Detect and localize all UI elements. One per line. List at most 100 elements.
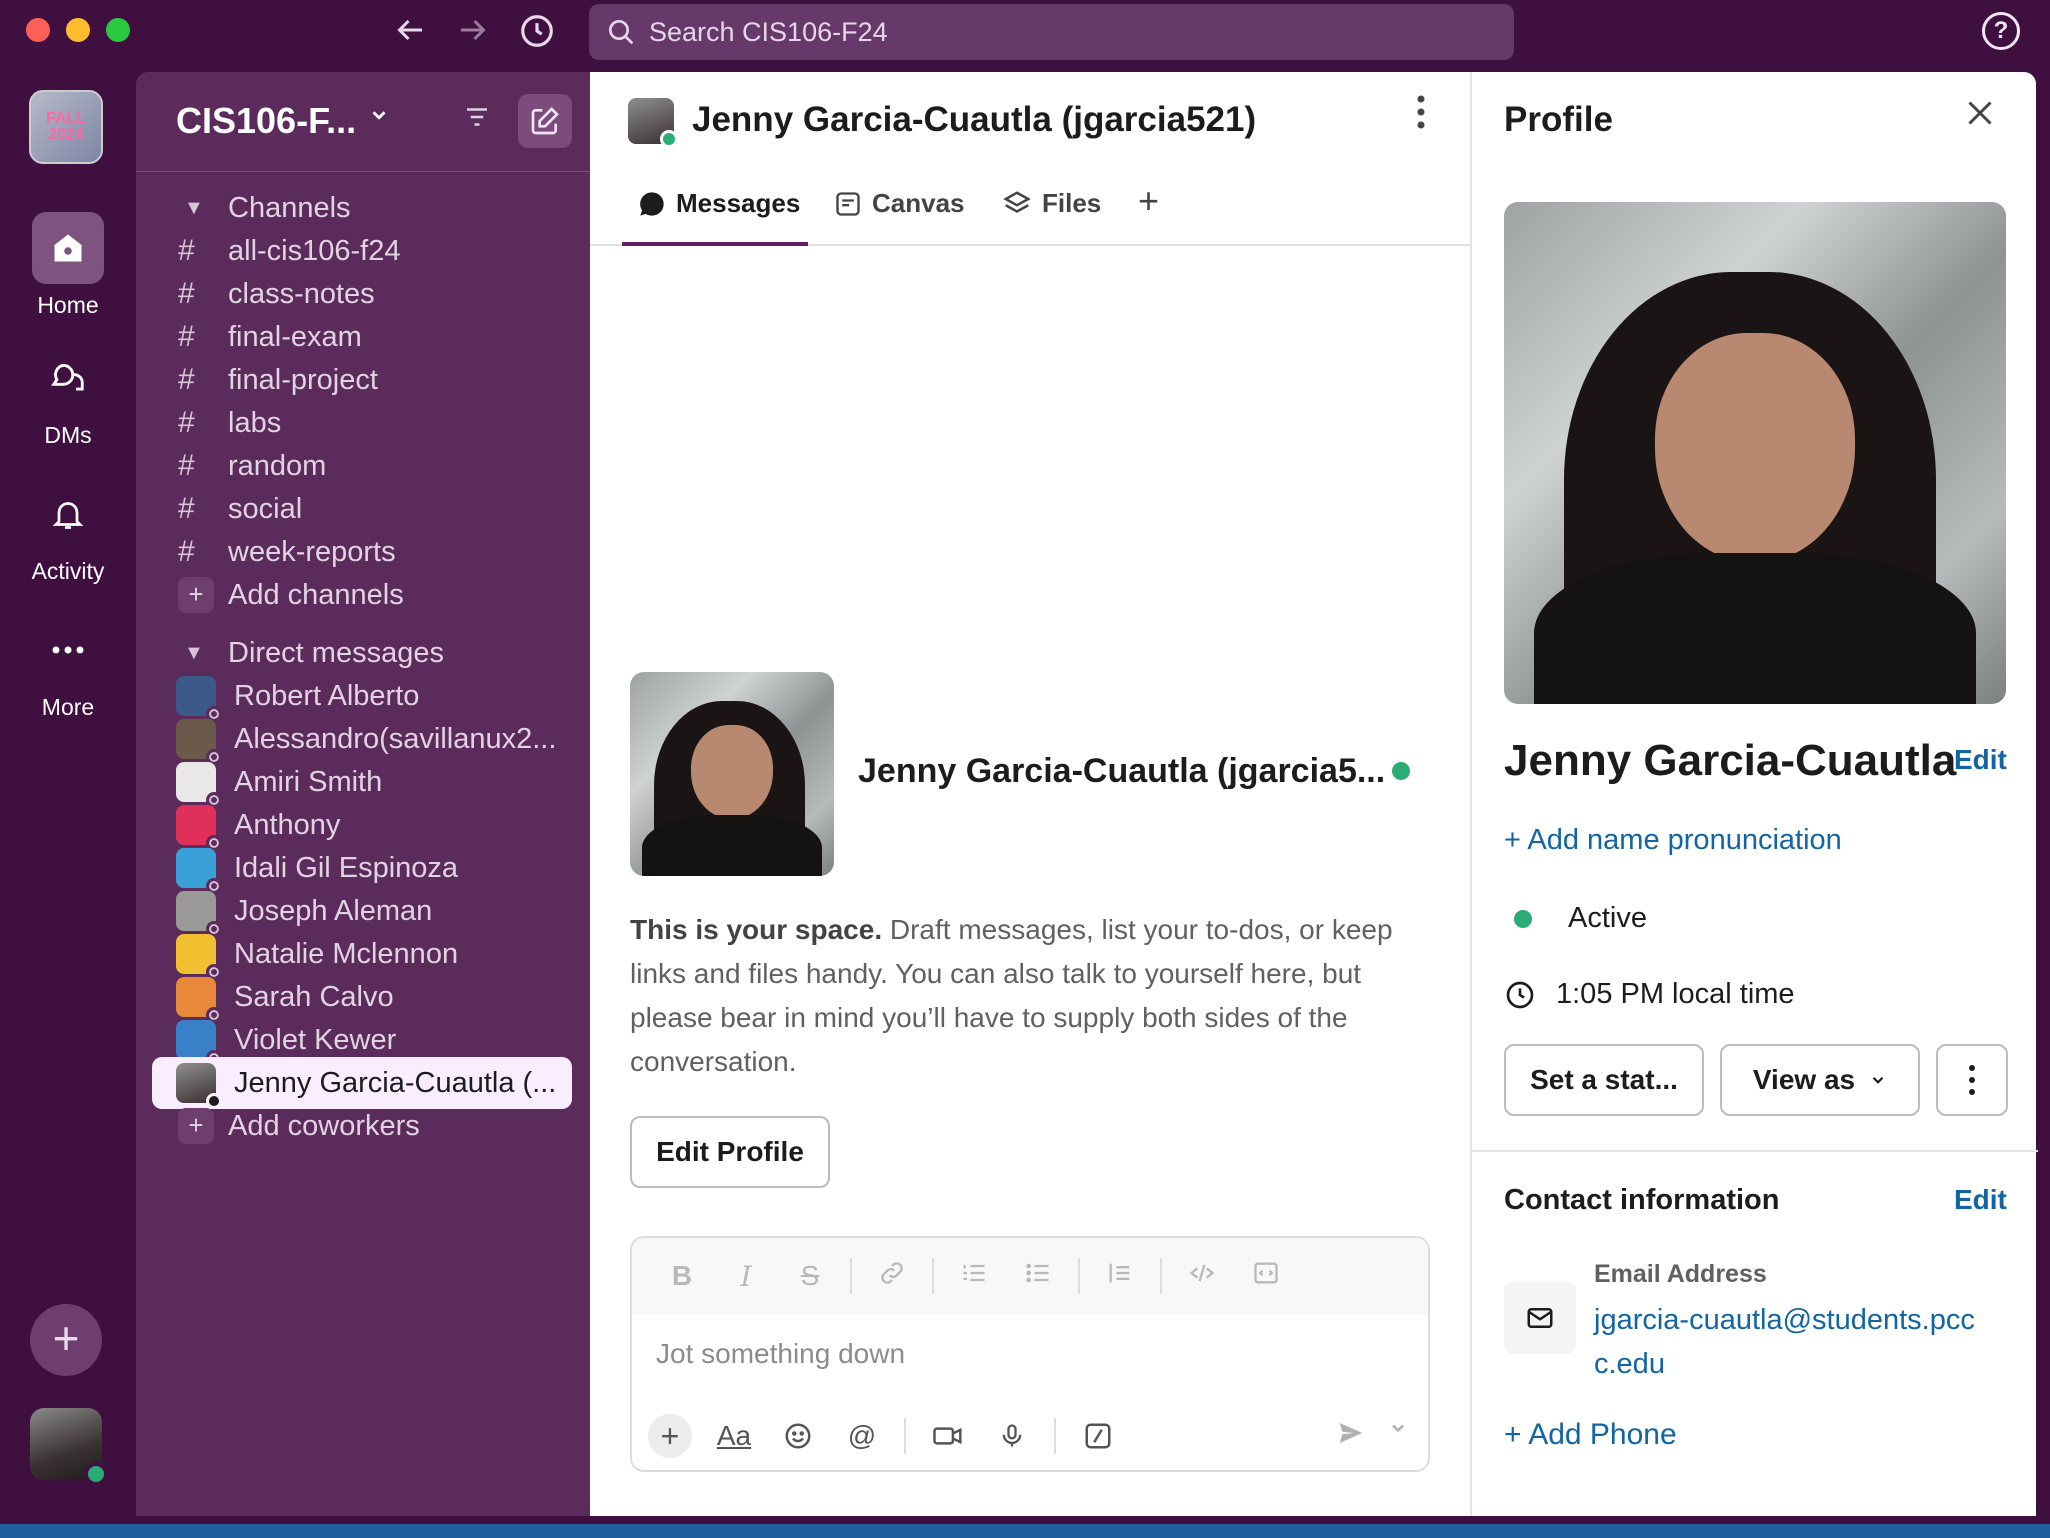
set-status-button[interactable]: Set a stat...	[1504, 1044, 1704, 1116]
microphone-icon[interactable]	[980, 1421, 1044, 1451]
dm-name: Alessandro(savillanux2...	[234, 722, 557, 755]
tab-bar: Messages Canvas Files +	[590, 172, 1470, 246]
intro-profile-photo[interactable]	[630, 672, 834, 876]
channels-header-label: Channels	[228, 191, 351, 224]
ordered-list-icon[interactable]	[942, 1259, 1006, 1294]
profile-photo[interactable]	[1504, 202, 2006, 704]
status-dot	[660, 130, 678, 148]
italic-icon[interactable]: I	[714, 1260, 778, 1293]
dm-name: Robert Alberto	[234, 679, 420, 712]
hash-icon: #	[178, 234, 195, 267]
compose-icon[interactable]	[518, 94, 572, 148]
code-icon[interactable]	[1170, 1259, 1234, 1294]
kebab-menu-icon[interactable]	[1414, 94, 1428, 130]
chevron-down-icon	[1869, 1071, 1887, 1089]
close-icon[interactable]	[1962, 92, 1998, 142]
chevron-down-icon[interactable]	[368, 102, 390, 133]
workspace-logo[interactable]: FALL 2024	[29, 90, 103, 164]
email-link[interactable]: jgarcia-cuautla@students.pccc.edu	[1594, 1298, 1994, 1386]
conversation-title[interactable]: Jenny Garcia-Cuautla (jgarcia521)	[692, 100, 1256, 140]
home-icon	[32, 212, 104, 284]
avatar	[176, 977, 222, 1023]
contact-information-heading: Contact information	[1504, 1184, 1780, 1216]
intro-name[interactable]: Jenny Garcia-Cuautla (jgarcia5...	[858, 752, 1385, 791]
add-workspace-button[interactable]: +	[30, 1304, 102, 1376]
workspace-rail: FALL 2024 Home DMs Activity More +	[0, 72, 136, 1516]
add-icon-wrap: +	[176, 577, 228, 613]
emoji-icon[interactable]	[766, 1421, 830, 1451]
link-icon[interactable]	[860, 1259, 924, 1294]
hash-icon: #	[178, 449, 195, 482]
clock-icon	[1504, 979, 1536, 1011]
add-coworkers-button[interactable]: + Add coworkers	[176, 1100, 576, 1152]
panel-title: Profile	[1504, 100, 1613, 139]
local-time: 1:05 PM local time	[1504, 978, 1795, 1011]
send-icon[interactable]	[1334, 1418, 1368, 1455]
tab-canvas-label: Canvas	[872, 188, 965, 218]
filter-icon[interactable]	[462, 102, 492, 140]
zoom-window-button[interactable]	[106, 18, 130, 42]
conversation-header: Jenny Garcia-Cuautla (jgarcia521)	[590, 72, 1470, 172]
text-format-icon[interactable]: Aa	[702, 1420, 766, 1452]
tab-files[interactable]: Files	[1002, 188, 1101, 219]
slash-command-icon[interactable]	[1066, 1421, 1130, 1451]
local-time-label: 1:05 PM local time	[1556, 978, 1795, 1010]
profile-panel: Profile Jenny Garcia-Cuautla Edit + Add …	[1470, 72, 2038, 1516]
bold-icon[interactable]: B	[650, 1260, 714, 1292]
edit-profile-button[interactable]: Edit Profile	[630, 1116, 830, 1188]
mention-icon[interactable]: @	[830, 1420, 894, 1452]
minimize-window-button[interactable]	[66, 18, 90, 42]
message-composer: B I S Jot something down + Aa @	[630, 1236, 1430, 1472]
dm-name: Jenny Garcia-Cuautla (...	[234, 1066, 557, 1099]
close-window-button[interactable]	[26, 18, 50, 42]
code-block-icon[interactable]	[1234, 1259, 1298, 1294]
plus-icon[interactable]: +	[648, 1414, 692, 1458]
chevron-down-icon[interactable]	[1388, 1418, 1408, 1444]
photo-body	[1534, 553, 1976, 704]
add-tab-icon[interactable]: +	[1138, 180, 1159, 222]
help-icon[interactable]: ?	[1982, 12, 2020, 50]
rail-dms[interactable]: DMs	[0, 342, 136, 449]
user-avatar[interactable]	[30, 1408, 108, 1486]
add-icon-wrap: +	[176, 1108, 228, 1144]
tab-messages[interactable]: Messages	[638, 188, 800, 219]
tab-canvas[interactable]: Canvas	[834, 188, 965, 219]
view-as-button[interactable]: View as	[1720, 1044, 1920, 1116]
history-clock-icon[interactable]	[517, 12, 557, 52]
channel-name: final-exam	[228, 320, 362, 353]
edit-contact-link[interactable]: Edit	[1954, 1184, 2007, 1216]
more-options-button[interactable]	[1936, 1044, 2008, 1116]
rail-home-label: Home	[37, 292, 99, 318]
channel-name: final-project	[228, 363, 378, 396]
add-name-pronunciation-link[interactable]: + Add name pronunciation	[1504, 824, 1842, 857]
hash-icon: #	[178, 406, 195, 439]
avatar[interactable]	[628, 98, 678, 148]
rail-more[interactable]: More	[0, 614, 136, 721]
photo-face	[691, 725, 773, 819]
composer-tools: + Aa @	[648, 1408, 1418, 1464]
divider	[1160, 1258, 1162, 1294]
add-phone-link[interactable]: + Add Phone	[1504, 1418, 1677, 1452]
divider	[904, 1418, 906, 1454]
edit-name-link[interactable]: Edit	[1954, 744, 2007, 776]
blockquote-icon[interactable]	[1088, 1259, 1152, 1294]
hash-icon: #	[178, 535, 195, 568]
search-input[interactable]: Search CIS106-F24	[589, 4, 1514, 60]
rail-home[interactable]: Home	[0, 212, 136, 319]
divider	[1054, 1418, 1056, 1454]
rail-activity[interactable]: Activity	[0, 478, 136, 585]
video-icon[interactable]	[916, 1421, 980, 1451]
workspace-name[interactable]: CIS106-F...	[176, 100, 356, 142]
forward-arrow-icon[interactable]	[453, 12, 493, 52]
strikethrough-icon[interactable]: S	[778, 1260, 842, 1292]
channel-name: class-notes	[228, 277, 375, 310]
divider	[1078, 1258, 1080, 1294]
add-channels-button[interactable]: + Add channels	[176, 569, 576, 621]
tab-files-label: Files	[1042, 188, 1102, 218]
back-arrow-icon[interactable]	[390, 12, 430, 52]
channel-name: labs	[228, 406, 282, 439]
kebab-menu-icon	[1968, 1064, 1976, 1096]
message-input[interactable]: Jot something down	[656, 1338, 905, 1370]
bulleted-list-icon[interactable]	[1006, 1259, 1070, 1294]
plus-icon: +	[178, 1108, 214, 1144]
